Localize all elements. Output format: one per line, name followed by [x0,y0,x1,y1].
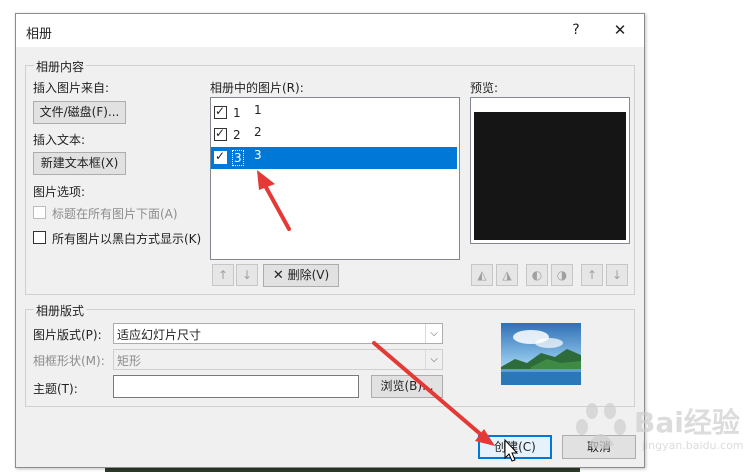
watermark-subtext: jingyan.baidu.com [642,439,744,452]
pictures-in-album-list[interactable]: 1 1 2 2 3 3 [210,97,460,260]
new-textbox-button[interactable]: 新建文本框(X) [33,152,126,175]
paw-logo-icon [576,403,626,449]
photo-album-dialog: 相册 ? ✕ 相册内容 插入图片来自: 文件/磁盘(F)... 插入文本: 新建… [15,13,645,468]
picture-number: 1 [233,106,241,120]
browse-button[interactable]: 浏览(B)... [371,375,443,398]
dialog-title: 相册 [26,27,53,42]
contrast-down-button[interactable]: ◑ [551,264,573,286]
theme-label: 主题(T): [33,382,78,396]
picture-2-checkbox[interactable] [214,126,227,141]
list-item-selected[interactable]: 3 3 [211,147,457,169]
brightness-up-button[interactable]: ↑ [581,264,603,286]
picture-name: 3 [254,148,262,162]
picture-layout-select[interactable]: 适应幻灯片尺寸 ⌵ [113,323,443,344]
contrast-down-icon: ◑ [556,268,568,282]
picture-name: 1 [254,103,262,117]
rotate-left-icon: ◭ [477,268,487,282]
frame-shape-label: 相框形状(M): [33,354,105,368]
frame-shape-value: 矩形 [117,354,142,368]
layout-preview-thumbnail [501,323,581,385]
brightness-up-icon: ↑ [586,268,598,282]
arrow-down-icon: ↓ [241,268,253,282]
rotate-right-button[interactable]: ◮ [496,264,518,286]
black-white-label: 所有图片以黑白方式显示(K) [52,232,202,246]
picture-name: 2 [254,125,262,139]
picture-options-label: 图片选项: [33,185,86,199]
captions-below-checkbox[interactable] [33,206,46,219]
picture-3-checkbox[interactable] [214,149,227,164]
insert-picture-from-label: 插入图片来自: [33,81,110,95]
list-item[interactable]: 2 2 [211,124,457,146]
album-layout-label: 相册版式 [34,302,87,319]
brightness-down-button[interactable]: ↓ [606,264,628,286]
contrast-up-button[interactable]: ◐ [526,264,548,286]
watermark: Bai经验 jingyan.baidu.com [572,395,744,461]
insert-text-label: 插入文本: [33,133,86,147]
chevron-down-icon: ⌵ [425,324,442,343]
close-button[interactable]: ✕ [610,20,630,40]
delete-label: 删除(V) [287,268,330,282]
arrow-up-icon: ↑ [217,268,229,282]
list-item[interactable]: 1 1 [211,102,457,124]
frame-shape-select[interactable]: 矩形 ⌵ [113,349,443,370]
rotate-left-button[interactable]: ◭ [471,264,493,286]
picture-layout-label: 图片版式(P): [33,328,102,342]
title-bar: 相册 ? ✕ [16,14,644,47]
delete-button[interactable]: ✕ 删除(V) [263,264,339,287]
captions-below-label: 标题在所有图片下面(A) [52,207,178,221]
preview-pane [470,97,630,244]
rotate-right-icon: ◮ [502,268,512,282]
album-content-label: 相册内容 [34,58,87,75]
pictures-in-album-label: 相册中的图片(R): [210,81,304,95]
file-disk-button[interactable]: 文件/磁盘(F)... [33,101,126,124]
move-up-button[interactable]: ↑ [212,264,234,286]
chevron-down-icon: ⌵ [425,350,442,369]
theme-input[interactable] [113,375,359,398]
create-button[interactable]: 创建(C) [478,435,552,459]
picture-1-checkbox[interactable] [214,104,227,119]
brightness-down-icon: ↓ [611,268,623,282]
help-button[interactable]: ? [566,20,586,40]
preview-label: 预览: [470,81,499,95]
watermark-text: Bai经验 [634,406,740,439]
contrast-up-icon: ◐ [531,268,543,282]
picture-layout-value: 适应幻灯片尺寸 [117,328,202,342]
move-down-button[interactable]: ↓ [236,264,258,286]
preview-image [474,112,626,240]
remove-x-icon: ✕ [272,268,284,283]
picture-number: 3 [232,150,244,166]
picture-number: 2 [233,128,241,142]
black-white-checkbox[interactable] [33,231,46,244]
